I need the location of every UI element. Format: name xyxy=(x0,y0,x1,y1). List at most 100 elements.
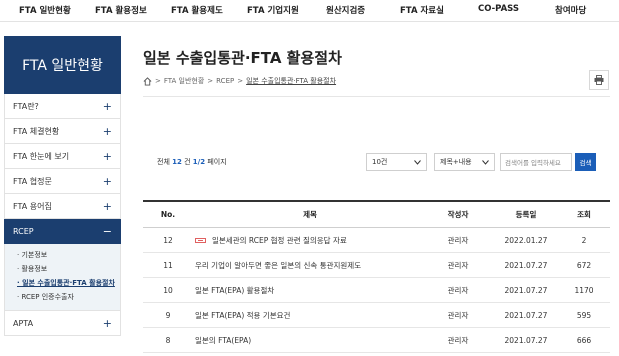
row-title[interactable]: 일본세관의 RCEP 협정 관련 질의응답 자료 xyxy=(195,228,425,252)
plus-icon: + xyxy=(102,99,112,113)
print-icon xyxy=(594,75,604,85)
page-label: 페이지 xyxy=(207,158,227,166)
breadcrumb-separator: > xyxy=(237,77,244,85)
sidebar-item-rcep[interactable]: RCEP − xyxy=(4,219,121,244)
search-input[interactable]: 검색어를 입력하세요 xyxy=(500,153,572,171)
table-row[interactable]: 11 우리 기업이 알아두면 좋은 일본의 신속 통관지원제도 관리자 2021… xyxy=(143,253,610,278)
chevron-down-icon xyxy=(414,159,421,165)
sidebar-item-fta-overview[interactable]: FTA 한눈에 보기 + xyxy=(4,144,121,169)
row-no: 12 xyxy=(163,235,173,245)
sidebar-item-label: RCEP xyxy=(13,226,34,236)
home-icon[interactable] xyxy=(143,76,152,86)
row-views: 595 xyxy=(576,310,592,320)
sidebar-title: FTA 일반현황 xyxy=(4,36,121,94)
sidebar-item-fta-agreement[interactable]: FTA 협정문 + xyxy=(4,169,121,194)
sidebar-submenu: · 기본정보 · 활용정보 · 일본 수출입통관·FTA 활용절차 · RCEP… xyxy=(4,244,121,311)
row-no: 8 xyxy=(165,335,171,345)
breadcrumb-separator: > xyxy=(207,77,214,85)
breadcrumb-current[interactable]: 일본 수출입통관·FTA 활용절차 xyxy=(246,76,336,86)
row-date: 2021.07.27 xyxy=(504,310,548,320)
nav-fta-usage-system[interactable]: FTA 활용제도 xyxy=(171,4,223,16)
sidebar-item-label: FTA 체결현황 xyxy=(13,126,60,136)
nav-origin-verification[interactable]: 원산지검증 xyxy=(326,4,365,16)
print-button[interactable] xyxy=(589,70,609,90)
row-author: 관리자 xyxy=(447,235,469,245)
header-author: 작성자 xyxy=(447,210,469,219)
search-field-value: 제목+내용 xyxy=(440,158,472,166)
minus-icon: − xyxy=(102,224,112,238)
row-no: 10 xyxy=(163,285,173,295)
table-row[interactable]: 12 일본세관의 RCEP 협정 관련 질의응답 자료 관리자 2022.01.… xyxy=(143,228,610,253)
nav-fta-business-support[interactable]: FTA 기업지원 xyxy=(247,4,299,16)
row-no: 9 xyxy=(165,310,171,320)
row-title[interactable]: 일본의 FTA(EPA) xyxy=(195,328,425,352)
row-views: 1170 xyxy=(574,285,594,295)
table-header: No. 제목 작성자 등록일 조회 xyxy=(143,200,610,228)
top-navigation: FTA 일반현황 FTA 활용정보 FTA 활용제도 FTA 기업지원 원산지검… xyxy=(0,0,619,22)
sidebar-item-label: FTA 협정문 xyxy=(13,176,52,186)
header-date: 등록일 xyxy=(515,210,537,219)
result-summary: 전체 12 건 1/2 페이지 xyxy=(157,157,227,167)
nav-fta-usage-info[interactable]: FTA 활용정보 xyxy=(95,4,147,16)
sidebar-item-fta-status[interactable]: FTA 체결현황 + xyxy=(4,119,121,144)
row-title[interactable]: 일본 FTA(EPA) 활용절차 xyxy=(195,278,425,302)
breadcrumb-fta-status[interactable]: FTA 일반현황 xyxy=(164,76,204,86)
row-author: 관리자 xyxy=(447,260,469,270)
nav-participation[interactable]: 참여마당 xyxy=(555,4,586,16)
breadcrumb-separator: > xyxy=(155,77,161,85)
row-title[interactable]: 우리 기업이 알아두면 좋은 일본의 신속 통관지원제도 xyxy=(195,253,425,277)
row-views: 672 xyxy=(576,260,592,270)
total-label: 전체 xyxy=(157,158,170,166)
header-no: No. xyxy=(160,210,176,219)
header-title: 제목 xyxy=(303,210,317,219)
search-field-select[interactable]: 제목+내용 xyxy=(434,153,495,171)
search-button[interactable]: 검색 xyxy=(575,153,596,171)
row-date: 2021.07.27 xyxy=(504,260,548,270)
page-title: 일본 수출입통관·FTA 활용절차 xyxy=(143,49,342,67)
chevron-down-icon xyxy=(482,159,489,165)
total-count: 12 xyxy=(172,158,182,166)
row-author: 관리자 xyxy=(447,285,469,295)
sidebar-item-label: FTA 한눈에 보기 xyxy=(13,151,70,161)
post-table: No. 제목 작성자 등록일 조회 12 일본세관의 RCEP 협정 관련 질의… xyxy=(143,200,610,353)
sidebar-item-label: FTA 용어집 xyxy=(13,201,52,211)
plus-icon: + xyxy=(102,149,112,163)
row-date: 2022.01.27 xyxy=(504,235,548,245)
nav-co-pass[interactable]: CO-PASS xyxy=(478,4,519,14)
row-no: 11 xyxy=(163,260,173,270)
row-views: 2 xyxy=(581,235,587,245)
nav-fta-status[interactable]: FTA 일반현황 xyxy=(19,4,71,16)
row-author: 관리자 xyxy=(447,335,469,345)
plus-icon: + xyxy=(102,174,112,188)
table-row[interactable]: 10 일본 FTA(EPA) 활용절차 관리자 2021.07.27 1170 xyxy=(143,278,610,303)
nav-fta-library[interactable]: FTA 자료실 xyxy=(400,4,444,16)
plus-icon: + xyxy=(102,316,112,330)
submenu-japan-customs[interactable]: · 일본 수출입통관·FTA 활용절차 xyxy=(5,276,120,290)
submenu-basic-info[interactable]: · 기본정보 xyxy=(5,248,120,262)
sidebar: FTA 일반현황 FTA란? + FTA 체결현황 + FTA 한눈에 보기 +… xyxy=(4,36,121,336)
breadcrumb-rcep[interactable]: RCEP xyxy=(216,77,234,85)
table-row[interactable]: 8 일본의 FTA(EPA) 관리자 2021.07.27 666 xyxy=(143,328,610,353)
breadcrumb: > FTA 일반현황 > RCEP > 일본 수출입통관·FTA 활용절차 xyxy=(143,76,336,86)
sidebar-item-label: APTA xyxy=(13,318,34,328)
total-unit: 건 xyxy=(184,158,191,166)
plus-icon: + xyxy=(102,124,112,138)
row-date: 2021.07.27 xyxy=(504,285,548,295)
header-views: 조회 xyxy=(577,210,591,219)
sidebar-item-fta-glossary[interactable]: FTA 용어집 + xyxy=(4,194,121,219)
sidebar-item-what-is-fta[interactable]: FTA란? + xyxy=(4,94,121,119)
row-views: 666 xyxy=(576,335,592,345)
submenu-usage-info[interactable]: · 활용정보 xyxy=(5,262,120,276)
row-author: 관리자 xyxy=(447,310,469,320)
per-page-value: 10건 xyxy=(372,158,388,166)
title-divider xyxy=(143,96,610,97)
sidebar-item-apta[interactable]: APTA + xyxy=(4,311,121,336)
row-title-text: 일본세관의 RCEP 협정 관련 질의응답 자료 xyxy=(212,235,347,245)
row-title[interactable]: 일본 FTA(EPA) 적용 기본요건 xyxy=(195,303,425,327)
table-row[interactable]: 9 일본 FTA(EPA) 적용 기본요건 관리자 2021.07.27 595 xyxy=(143,303,610,328)
page-indicator: 1/2 xyxy=(192,158,206,166)
row-date: 2021.07.27 xyxy=(504,335,548,345)
sidebar-item-label: FTA란? xyxy=(13,101,39,111)
per-page-select[interactable]: 10건 xyxy=(366,153,427,171)
submenu-rcep-certified-exporter[interactable]: · RCEP 인증수출자 xyxy=(5,290,120,304)
